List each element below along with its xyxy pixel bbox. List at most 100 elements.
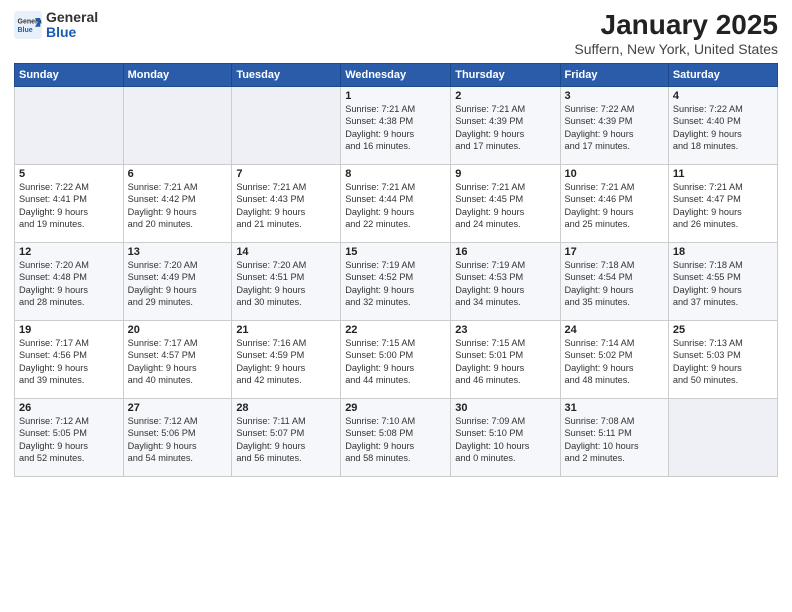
day-number: 23 — [455, 324, 555, 336]
logo-general: General — [46, 9, 98, 25]
day-info: Sunrise: 7:20 AM Sunset: 4:51 PM Dayligh… — [236, 259, 336, 309]
day-number: 13 — [128, 246, 228, 258]
title-block: January 2025 Suffern, New York, United S… — [574, 10, 778, 57]
day-number: 5 — [19, 168, 119, 180]
table-row: 21Sunrise: 7:16 AM Sunset: 4:59 PM Dayli… — [232, 320, 341, 398]
page-container: General Blue General Blue January 2025 S… — [0, 0, 792, 485]
table-row: 4Sunrise: 7:22 AM Sunset: 4:40 PM Daylig… — [668, 86, 777, 164]
table-row: 20Sunrise: 7:17 AM Sunset: 4:57 PM Dayli… — [123, 320, 232, 398]
day-number: 16 — [455, 246, 555, 258]
svg-text:Blue: Blue — [18, 27, 33, 34]
day-number: 25 — [673, 324, 773, 336]
day-info: Sunrise: 7:15 AM Sunset: 5:00 PM Dayligh… — [345, 337, 446, 387]
day-info: Sunrise: 7:11 AM Sunset: 5:07 PM Dayligh… — [236, 415, 336, 465]
col-saturday: Saturday — [668, 63, 777, 86]
day-info: Sunrise: 7:19 AM Sunset: 4:53 PM Dayligh… — [455, 259, 555, 309]
table-row: 14Sunrise: 7:20 AM Sunset: 4:51 PM Dayli… — [232, 242, 341, 320]
day-number: 17 — [565, 246, 664, 258]
table-row: 12Sunrise: 7:20 AM Sunset: 4:48 PM Dayli… — [15, 242, 124, 320]
calendar-header-row: Sunday Monday Tuesday Wednesday Thursday… — [15, 63, 778, 86]
day-number: 6 — [128, 168, 228, 180]
day-number: 1 — [345, 90, 446, 102]
day-info: Sunrise: 7:13 AM Sunset: 5:03 PM Dayligh… — [673, 337, 773, 387]
table-row: 18Sunrise: 7:18 AM Sunset: 4:55 PM Dayli… — [668, 242, 777, 320]
col-sunday: Sunday — [15, 63, 124, 86]
logo-text: General Blue — [46, 10, 98, 41]
table-row: 17Sunrise: 7:18 AM Sunset: 4:54 PM Dayli… — [560, 242, 668, 320]
calendar-week-row: 1Sunrise: 7:21 AM Sunset: 4:38 PM Daylig… — [15, 86, 778, 164]
table-row — [668, 398, 777, 476]
table-row — [123, 86, 232, 164]
table-row: 31Sunrise: 7:08 AM Sunset: 5:11 PM Dayli… — [560, 398, 668, 476]
table-row: 30Sunrise: 7:09 AM Sunset: 5:10 PM Dayli… — [451, 398, 560, 476]
day-number: 3 — [565, 90, 664, 102]
day-number: 29 — [345, 402, 446, 414]
day-number: 31 — [565, 402, 664, 414]
day-info: Sunrise: 7:18 AM Sunset: 4:54 PM Dayligh… — [565, 259, 664, 309]
day-info: Sunrise: 7:15 AM Sunset: 5:01 PM Dayligh… — [455, 337, 555, 387]
col-friday: Friday — [560, 63, 668, 86]
table-row: 6Sunrise: 7:21 AM Sunset: 4:42 PM Daylig… — [123, 164, 232, 242]
day-info: Sunrise: 7:21 AM Sunset: 4:44 PM Dayligh… — [345, 181, 446, 231]
table-row: 11Sunrise: 7:21 AM Sunset: 4:47 PM Dayli… — [668, 164, 777, 242]
logo-icon: General Blue — [14, 11, 42, 39]
day-info: Sunrise: 7:21 AM Sunset: 4:43 PM Dayligh… — [236, 181, 336, 231]
col-monday: Monday — [123, 63, 232, 86]
logo: General Blue General Blue — [14, 10, 98, 41]
calendar-week-row: 5Sunrise: 7:22 AM Sunset: 4:41 PM Daylig… — [15, 164, 778, 242]
day-info: Sunrise: 7:21 AM Sunset: 4:47 PM Dayligh… — [673, 181, 773, 231]
day-info: Sunrise: 7:17 AM Sunset: 4:56 PM Dayligh… — [19, 337, 119, 387]
day-info: Sunrise: 7:21 AM Sunset: 4:42 PM Dayligh… — [128, 181, 228, 231]
day-number: 10 — [565, 168, 664, 180]
day-number: 8 — [345, 168, 446, 180]
day-info: Sunrise: 7:21 AM Sunset: 4:46 PM Dayligh… — [565, 181, 664, 231]
day-info: Sunrise: 7:20 AM Sunset: 4:49 PM Dayligh… — [128, 259, 228, 309]
table-row: 8Sunrise: 7:21 AM Sunset: 4:44 PM Daylig… — [341, 164, 451, 242]
table-row: 25Sunrise: 7:13 AM Sunset: 5:03 PM Dayli… — [668, 320, 777, 398]
table-row: 29Sunrise: 7:10 AM Sunset: 5:08 PM Dayli… — [341, 398, 451, 476]
table-row: 7Sunrise: 7:21 AM Sunset: 4:43 PM Daylig… — [232, 164, 341, 242]
calendar-table: Sunday Monday Tuesday Wednesday Thursday… — [14, 63, 778, 477]
table-row: 9Sunrise: 7:21 AM Sunset: 4:45 PM Daylig… — [451, 164, 560, 242]
table-row: 10Sunrise: 7:21 AM Sunset: 4:46 PM Dayli… — [560, 164, 668, 242]
day-info: Sunrise: 7:17 AM Sunset: 4:57 PM Dayligh… — [128, 337, 228, 387]
day-info: Sunrise: 7:22 AM Sunset: 4:40 PM Dayligh… — [673, 103, 773, 153]
day-number: 28 — [236, 402, 336, 414]
day-number: 30 — [455, 402, 555, 414]
table-row: 16Sunrise: 7:19 AM Sunset: 4:53 PM Dayli… — [451, 242, 560, 320]
day-number: 9 — [455, 168, 555, 180]
day-info: Sunrise: 7:20 AM Sunset: 4:48 PM Dayligh… — [19, 259, 119, 309]
day-info: Sunrise: 7:08 AM Sunset: 5:11 PM Dayligh… — [565, 415, 664, 465]
header: General Blue General Blue January 2025 S… — [14, 10, 778, 57]
day-info: Sunrise: 7:21 AM Sunset: 4:39 PM Dayligh… — [455, 103, 555, 153]
day-number: 4 — [673, 90, 773, 102]
day-number: 2 — [455, 90, 555, 102]
table-row: 23Sunrise: 7:15 AM Sunset: 5:01 PM Dayli… — [451, 320, 560, 398]
calendar-week-row: 12Sunrise: 7:20 AM Sunset: 4:48 PM Dayli… — [15, 242, 778, 320]
day-info: Sunrise: 7:12 AM Sunset: 5:05 PM Dayligh… — [19, 415, 119, 465]
day-number: 20 — [128, 324, 228, 336]
day-number: 24 — [565, 324, 664, 336]
day-number: 15 — [345, 246, 446, 258]
calendar-week-row: 19Sunrise: 7:17 AM Sunset: 4:56 PM Dayli… — [15, 320, 778, 398]
table-row — [232, 86, 341, 164]
day-info: Sunrise: 7:10 AM Sunset: 5:08 PM Dayligh… — [345, 415, 446, 465]
table-row: 5Sunrise: 7:22 AM Sunset: 4:41 PM Daylig… — [15, 164, 124, 242]
day-info: Sunrise: 7:16 AM Sunset: 4:59 PM Dayligh… — [236, 337, 336, 387]
day-info: Sunrise: 7:09 AM Sunset: 5:10 PM Dayligh… — [455, 415, 555, 465]
table-row — [15, 86, 124, 164]
day-number: 27 — [128, 402, 228, 414]
page-title: January 2025 — [574, 10, 778, 41]
day-number: 19 — [19, 324, 119, 336]
table-row: 19Sunrise: 7:17 AM Sunset: 4:56 PM Dayli… — [15, 320, 124, 398]
table-row: 22Sunrise: 7:15 AM Sunset: 5:00 PM Dayli… — [341, 320, 451, 398]
day-info: Sunrise: 7:21 AM Sunset: 4:38 PM Dayligh… — [345, 103, 446, 153]
col-wednesday: Wednesday — [341, 63, 451, 86]
logo-blue: Blue — [46, 24, 76, 40]
table-row: 3Sunrise: 7:22 AM Sunset: 4:39 PM Daylig… — [560, 86, 668, 164]
day-number: 22 — [345, 324, 446, 336]
day-number: 18 — [673, 246, 773, 258]
day-number: 7 — [236, 168, 336, 180]
calendar-week-row: 26Sunrise: 7:12 AM Sunset: 5:05 PM Dayli… — [15, 398, 778, 476]
table-row: 2Sunrise: 7:21 AM Sunset: 4:39 PM Daylig… — [451, 86, 560, 164]
